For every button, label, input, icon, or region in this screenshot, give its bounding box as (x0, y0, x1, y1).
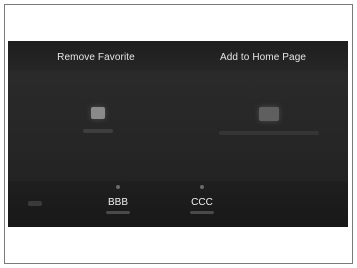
remove-favorite-button[interactable]: Remove Favorite (20, 49, 172, 65)
preset-name: BBB (107, 197, 128, 208)
tile-label-blurred (219, 131, 319, 135)
back-arrow-icon[interactable] (28, 201, 42, 206)
favorite-tile-right[interactable] (204, 93, 334, 165)
preset-bar: BBB CCC (8, 181, 348, 227)
infotainment-screen: Remove Favorite Add to Home Page BBB CCC (8, 41, 348, 227)
add-to-home-page-button[interactable]: Add to Home Page (184, 49, 342, 65)
tile-label-blurred (83, 129, 113, 133)
preset-ccc[interactable]: CCC (172, 185, 232, 214)
home-page-icon (259, 107, 279, 121)
favorite-icon (91, 107, 105, 119)
preset-indicator-icon (116, 185, 120, 189)
preset-sublabel-blurred (190, 211, 214, 214)
top-menu-bar: Remove Favorite Add to Home Page (8, 41, 348, 71)
favorite-tile-left[interactable] (48, 93, 148, 165)
preset-indicator-icon (200, 185, 204, 189)
preset-bbb[interactable]: BBB (88, 185, 148, 214)
preset-sublabel-blurred (106, 211, 130, 214)
preset-name: CCC (191, 197, 213, 208)
